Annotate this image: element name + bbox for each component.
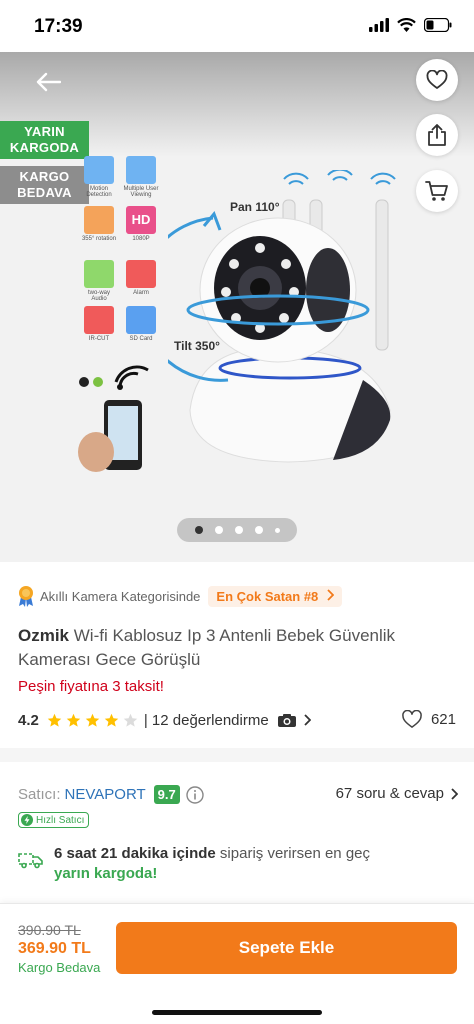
wifi-icon bbox=[397, 18, 416, 32]
section-divider bbox=[0, 748, 474, 762]
cart-icon bbox=[425, 181, 448, 201]
feature-item: SD Card bbox=[122, 306, 160, 342]
cart-button[interactable] bbox=[416, 170, 458, 212]
seller-score: 9.7 bbox=[153, 785, 180, 804]
pan-label: Pan 110° bbox=[230, 200, 280, 214]
product-title: Ozmik Wi-fi Kablosuz Ip 3 Antenli Bebek … bbox=[18, 624, 458, 672]
feature-item: two-way Audio bbox=[80, 260, 118, 302]
feature-label: 355° rotation bbox=[81, 236, 117, 242]
status-bar: 17:39 bbox=[0, 0, 474, 52]
heart-icon bbox=[426, 70, 448, 89]
installment-text: Peşin fiyatına 3 taksit! bbox=[18, 678, 164, 695]
category-text: Akıllı Kamera Kategorisinde bbox=[40, 588, 201, 604]
current-price: 369.90 TL bbox=[18, 940, 91, 957]
category-row: Akıllı Kamera Kategorisinde En Çok Satan… bbox=[18, 585, 342, 607]
seller-name-link[interactable]: NEVAPORT bbox=[65, 786, 146, 803]
carousel-dot[interactable] bbox=[194, 526, 203, 534]
star-icon bbox=[85, 713, 100, 727]
free-shipping-label: Kargo Bedava bbox=[18, 960, 101, 975]
camera-icon bbox=[277, 713, 296, 727]
free-shipping-badge: KARGO BEDAVA bbox=[0, 166, 89, 204]
phone-illustration bbox=[78, 365, 149, 472]
carousel-dot[interactable] bbox=[254, 526, 263, 534]
eye-icon bbox=[84, 306, 114, 334]
back-button[interactable] bbox=[26, 64, 70, 100]
delivery-text: sipariş verirsen en geç bbox=[215, 845, 370, 862]
sd-card-icon bbox=[126, 306, 156, 334]
carousel-dot[interactable] bbox=[274, 527, 280, 533]
share-icon bbox=[428, 124, 446, 146]
tilt-label: Tilt 350° bbox=[174, 339, 220, 353]
feature-label: 1080P bbox=[132, 236, 150, 242]
alarm-icon bbox=[126, 260, 156, 288]
delivery-countdown: 6 saat 21 dakika içinde sipariş verirsen… bbox=[54, 845, 370, 862]
feature-label: two-way Audio bbox=[87, 290, 110, 302]
info-icon[interactable] bbox=[186, 785, 204, 804]
users-icon bbox=[126, 156, 156, 184]
lightning-icon bbox=[21, 814, 33, 826]
fast-seller-tag: Hızlı Satıcı bbox=[18, 812, 90, 828]
carousel-dots[interactable] bbox=[177, 518, 297, 542]
seller-row: Satıcı: NEVAPORT 9.7 67 soru & cevap bbox=[18, 785, 458, 804]
next-day-badge: YARIN KARGODA bbox=[0, 121, 89, 159]
delivery-eta: yarın kargoda! bbox=[54, 865, 158, 882]
best-seller-label: En Çok Satan #8 bbox=[216, 588, 319, 604]
chevron-right-icon bbox=[304, 714, 311, 726]
product-name: Wi-fi Kablosuz Ip 3 Antenli Bebek Güvenl… bbox=[18, 626, 396, 669]
feature-item: Motion Detection bbox=[80, 156, 118, 198]
motion-icon bbox=[84, 156, 114, 184]
feature-label: Alarm bbox=[133, 290, 149, 296]
delivery-time: 6 saat 21 dakika içinde bbox=[54, 845, 216, 862]
home-indicator[interactable] bbox=[152, 1010, 322, 1015]
favorite-count: 621 bbox=[430, 711, 456, 728]
hd-icon: HD bbox=[126, 206, 156, 234]
rotation-icon bbox=[84, 206, 114, 234]
product-image-carousel[interactable]: YARIN KARGODA KARGO BEDAVA Motion Detect… bbox=[0, 52, 474, 562]
feature-item: Alarm bbox=[122, 260, 160, 296]
feature-item: IR-CUT bbox=[80, 306, 118, 342]
status-icons bbox=[369, 18, 452, 32]
star-icon bbox=[66, 713, 81, 727]
rating-score: 4.2 bbox=[18, 711, 39, 729]
favorite-count-button[interactable]: 621 bbox=[401, 710, 456, 729]
battery-icon bbox=[424, 18, 452, 32]
star-empty-icon bbox=[123, 713, 138, 727]
rating-row[interactable]: 4.2 | 12 değerlendirme 621 bbox=[18, 708, 458, 732]
carousel-dot[interactable] bbox=[234, 526, 243, 534]
camera-illustration bbox=[168, 170, 396, 463]
feature-item: 355° rotation bbox=[80, 206, 118, 242]
microphone-icon bbox=[84, 260, 114, 288]
star-icon bbox=[104, 713, 119, 727]
feature-label: Multiple User Viewing bbox=[123, 186, 159, 198]
chevron-right-icon bbox=[327, 588, 335, 601]
seller-label: Satıcı: bbox=[18, 786, 61, 803]
brand-name[interactable]: Ozmik bbox=[18, 626, 69, 645]
carousel-dot[interactable] bbox=[214, 526, 223, 534]
qa-label: 67 soru & cevap bbox=[335, 785, 444, 802]
heart-icon bbox=[402, 710, 422, 728]
share-button[interactable] bbox=[416, 114, 458, 156]
chevron-right-icon bbox=[451, 787, 458, 800]
truck-icon bbox=[18, 853, 43, 869]
feature-item: HD 1080P bbox=[122, 206, 160, 242]
qa-link[interactable]: 67 soru & cevap bbox=[336, 785, 458, 802]
fast-seller-label: Hızlı Satıcı bbox=[36, 814, 85, 826]
signal-icon bbox=[369, 18, 389, 32]
review-count[interactable]: | 12 değerlendirme bbox=[144, 712, 269, 729]
status-time: 17:39 bbox=[34, 16, 83, 37]
feature-label: SD Card bbox=[129, 336, 153, 342]
feature-item: Multiple User Viewing bbox=[122, 156, 160, 198]
back-arrow-icon bbox=[36, 72, 61, 92]
add-to-cart-button[interactable]: Sepete Ekle bbox=[116, 922, 457, 974]
star-icon bbox=[47, 713, 62, 727]
best-seller-link[interactable]: En Çok Satan #8 bbox=[208, 585, 342, 607]
bottom-action-bar: 390.90 TL 369.90 TL Kargo Bedava Sepete … bbox=[0, 903, 474, 1024]
favorite-button[interactable] bbox=[416, 59, 458, 101]
rating-stars bbox=[47, 713, 138, 728]
feature-label: IR-CUT bbox=[88, 336, 110, 342]
feature-label: Motion Detection bbox=[86, 186, 112, 198]
old-price: 390.90 TL bbox=[18, 922, 81, 938]
medal-icon bbox=[19, 586, 33, 607]
